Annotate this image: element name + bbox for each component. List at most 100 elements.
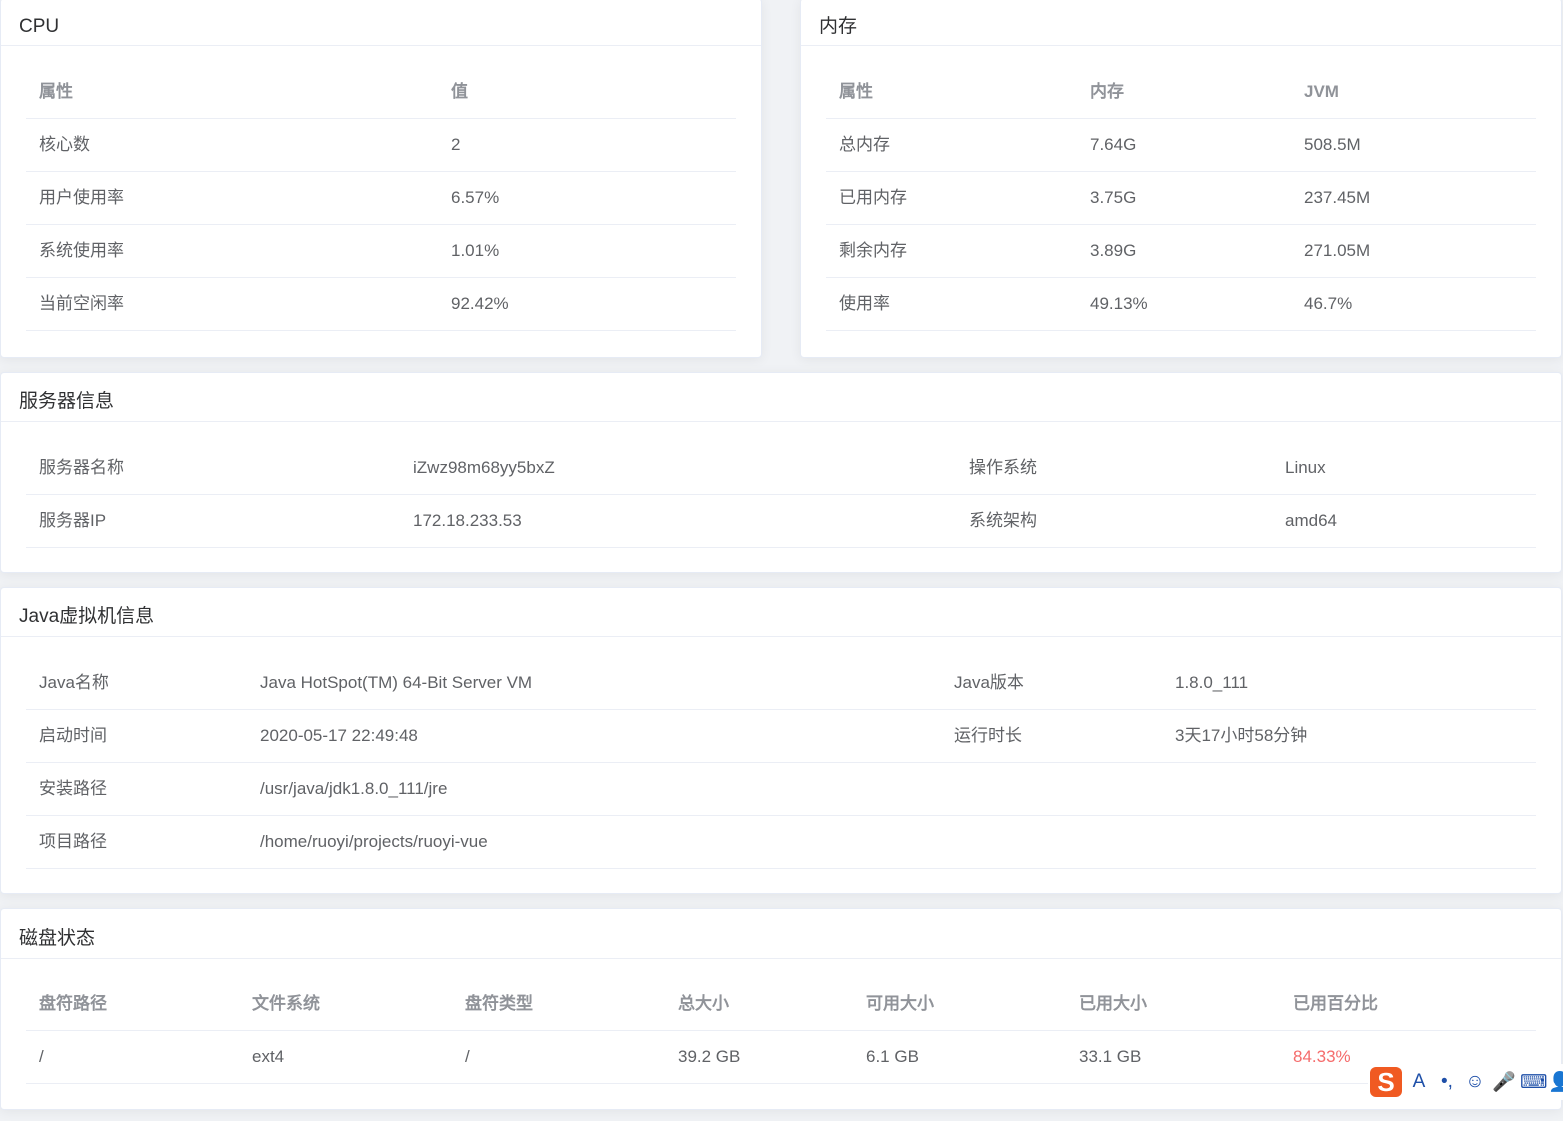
table-row: 项目路径 /home/ruoyi/projects/ruoyi-vue xyxy=(26,816,1536,869)
disk-used-value: 33.1 GB xyxy=(1079,1047,1142,1066)
disk-status-card: 磁盘状态 盘符路径 文件系统 盘符类型 总大小 可用大小 已用大小 已用百分比 … xyxy=(0,908,1562,1110)
memory-card-title: 内存 xyxy=(801,0,1561,46)
memory-total-value: 7.64G xyxy=(1090,135,1137,154)
cpu-card-title: CPU xyxy=(1,0,761,46)
memory-free-value: 3.89G xyxy=(1090,241,1137,260)
jvm-total-value: 508.5M xyxy=(1304,135,1361,154)
jvm-free-value: 271.05M xyxy=(1304,241,1371,260)
disk-header-free: 可用大小 xyxy=(866,994,934,1013)
table-row: 核心数 2 xyxy=(26,119,736,172)
disk-header-used: 已用大小 xyxy=(1079,994,1147,1013)
disk-percent-value: 84.33% xyxy=(1293,1047,1351,1066)
disk-path-value: / xyxy=(39,1047,44,1066)
start-time-label: 启动时间 xyxy=(39,726,107,745)
disk-header-fs: 文件系统 xyxy=(252,994,320,1013)
uptime-label: 运行时长 xyxy=(954,726,1022,745)
cpu-cores-label: 核心数 xyxy=(39,135,90,154)
table-row: 剩余内存 3.89G 271.05M xyxy=(826,225,1536,278)
jvm-used-value: 237.45M xyxy=(1304,188,1371,207)
java-name-value: Java HotSpot(TM) 64-Bit Server VM xyxy=(260,673,533,692)
arch-value: amd64 xyxy=(1285,511,1337,530)
uptime-value: 3天17小时58分钟 xyxy=(1175,726,1308,745)
table-row: 当前空闲率 92.42% xyxy=(26,278,736,331)
table-row: / ext4 / 39.2 GB 6.1 GB 33.1 GB 84.33% xyxy=(26,1031,1536,1084)
disk-fs-value: ext4 xyxy=(252,1047,285,1066)
server-ip-label: 服务器IP xyxy=(39,511,107,530)
project-path-label: 项目路径 xyxy=(39,832,107,851)
memory-header-property: 属性 xyxy=(839,82,873,101)
table-row: 使用率 49.13% 46.7% xyxy=(826,278,1536,331)
table-row: 总内存 7.64G 508.5M xyxy=(826,119,1536,172)
arch-label: 系统架构 xyxy=(969,511,1037,530)
ime-user-icon[interactable]: 👤 xyxy=(1548,1070,1563,1094)
ime-keyboard-icon[interactable]: ⌨ xyxy=(1520,1071,1547,1094)
jvm-usage-value: 46.7% xyxy=(1304,294,1353,313)
project-path-value: /home/ruoyi/projects/ruoyi-vue xyxy=(260,832,488,851)
disk-table-header: 盘符路径 文件系统 盘符类型 总大小 可用大小 已用大小 已用百分比 xyxy=(26,978,1536,1031)
ime-toolbar[interactable]: S A •, ☺ 🎤 ⌨ 👤 xyxy=(1368,1064,1563,1100)
disk-table: 盘符路径 文件系统 盘符类型 总大小 可用大小 已用大小 已用百分比 / ext… xyxy=(26,978,1536,1084)
cpu-sys-value: 1.01% xyxy=(451,241,500,260)
jvm-info-card: Java虚拟机信息 Java名称 Java HotSpot(TM) 64-Bit… xyxy=(0,587,1562,894)
os-value: Linux xyxy=(1285,458,1326,477)
cpu-sys-label: 系统使用率 xyxy=(39,241,124,260)
os-label: 操作系统 xyxy=(969,458,1037,477)
server-info-card: 服务器信息 服务器名称 iZwz98m68yy5bxZ 操作系统 Linux 服… xyxy=(0,372,1562,573)
table-row: 启动时间 2020-05-17 22:49:48 运行时长 3天17小时58分钟 xyxy=(26,710,1536,763)
java-version-value: 1.8.0_111 xyxy=(1175,673,1249,692)
cpu-user-label: 用户使用率 xyxy=(39,188,124,207)
disk-header-path: 盘符路径 xyxy=(39,994,107,1013)
table-row: 系统使用率 1.01% xyxy=(26,225,736,278)
java-version-label: Java版本 xyxy=(954,673,1024,692)
memory-total-label: 总内存 xyxy=(839,135,890,154)
memory-usage-value: 49.13% xyxy=(1090,294,1148,313)
table-row: 用户使用率 6.57% xyxy=(26,172,736,225)
disk-total-value: 39.2 GB xyxy=(678,1047,741,1066)
memory-header-jvm: JVM xyxy=(1304,82,1339,101)
cpu-table: 属性 值 核心数 2 用户使用率 6.57% 系统使用率 1.01% 当前空闲率… xyxy=(26,66,736,331)
cpu-cores-value: 2 xyxy=(451,135,461,154)
server-name-value: iZwz98m68yy5bxZ xyxy=(413,458,555,477)
cpu-idle-label: 当前空闲率 xyxy=(39,294,124,313)
memory-usage-label: 使用率 xyxy=(839,294,890,313)
ime-chinese-english-icon[interactable]: A xyxy=(1408,1071,1430,1093)
server-name-label: 服务器名称 xyxy=(39,458,124,477)
disk-status-title: 磁盘状态 xyxy=(1,909,1561,959)
jvm-info-title: Java虚拟机信息 xyxy=(1,588,1561,637)
server-info-title: 服务器信息 xyxy=(1,373,1561,422)
table-row: 服务器名称 iZwz98m68yy5bxZ 操作系统 Linux xyxy=(26,442,1536,495)
cpu-card: CPU 属性 值 核心数 2 用户使用率 6.57% 系统使用率 1.01% 当… xyxy=(0,0,762,358)
table-row: 已用内存 3.75G 237.45M xyxy=(826,172,1536,225)
disk-free-value: 6.1 GB xyxy=(866,1047,919,1066)
disk-header-total: 总大小 xyxy=(678,994,729,1013)
memory-card: 内存 属性 内存 JVM 总内存 7.64G 508.5M 已用内存 3.75G… xyxy=(800,0,1562,358)
disk-header-type: 盘符类型 xyxy=(465,994,533,1013)
table-row: Java名称 Java HotSpot(TM) 64-Bit Server VM… xyxy=(26,657,1536,710)
memory-free-label: 剩余内存 xyxy=(839,241,907,260)
memory-header-memory: 内存 xyxy=(1090,82,1124,101)
cpu-user-value: 6.57% xyxy=(451,188,500,207)
cpu-idle-value: 92.42% xyxy=(451,294,509,313)
jvm-info-table: Java名称 Java HotSpot(TM) 64-Bit Server VM… xyxy=(26,657,1536,869)
memory-used-label: 已用内存 xyxy=(839,188,907,207)
install-path-label: 安装路径 xyxy=(39,779,107,798)
table-row: 安装路径 /usr/java/jdk1.8.0_111/jre xyxy=(26,763,1536,816)
cpu-header-value: 值 xyxy=(451,82,468,101)
server-info-table: 服务器名称 iZwz98m68yy5bxZ 操作系统 Linux 服务器IP 1… xyxy=(26,442,1536,548)
disk-type-value: / xyxy=(465,1047,470,1066)
memory-table: 属性 内存 JVM 总内存 7.64G 508.5M 已用内存 3.75G 23… xyxy=(826,66,1536,331)
memory-table-header: 属性 内存 JVM xyxy=(826,66,1536,119)
ime-logo-icon[interactable]: S xyxy=(1370,1067,1402,1097)
ime-microphone-icon[interactable]: 🎤 xyxy=(1492,1070,1516,1094)
start-time-value: 2020-05-17 22:49:48 xyxy=(260,726,418,745)
table-row: 服务器IP 172.18.233.53 系统架构 amd64 xyxy=(26,495,1536,548)
ime-punctuation-icon[interactable]: •, xyxy=(1436,1071,1458,1093)
disk-header-percent: 已用百分比 xyxy=(1293,994,1378,1013)
server-ip-value: 172.18.233.53 xyxy=(413,511,522,530)
install-path-value: /usr/java/jdk1.8.0_111/jre xyxy=(260,779,448,798)
memory-used-value: 3.75G xyxy=(1090,188,1137,207)
ime-emoji-icon[interactable]: ☺ xyxy=(1464,1071,1486,1093)
cpu-header-property: 属性 xyxy=(39,82,73,101)
cpu-table-header: 属性 值 xyxy=(26,66,736,119)
java-name-label: Java名称 xyxy=(39,673,109,692)
